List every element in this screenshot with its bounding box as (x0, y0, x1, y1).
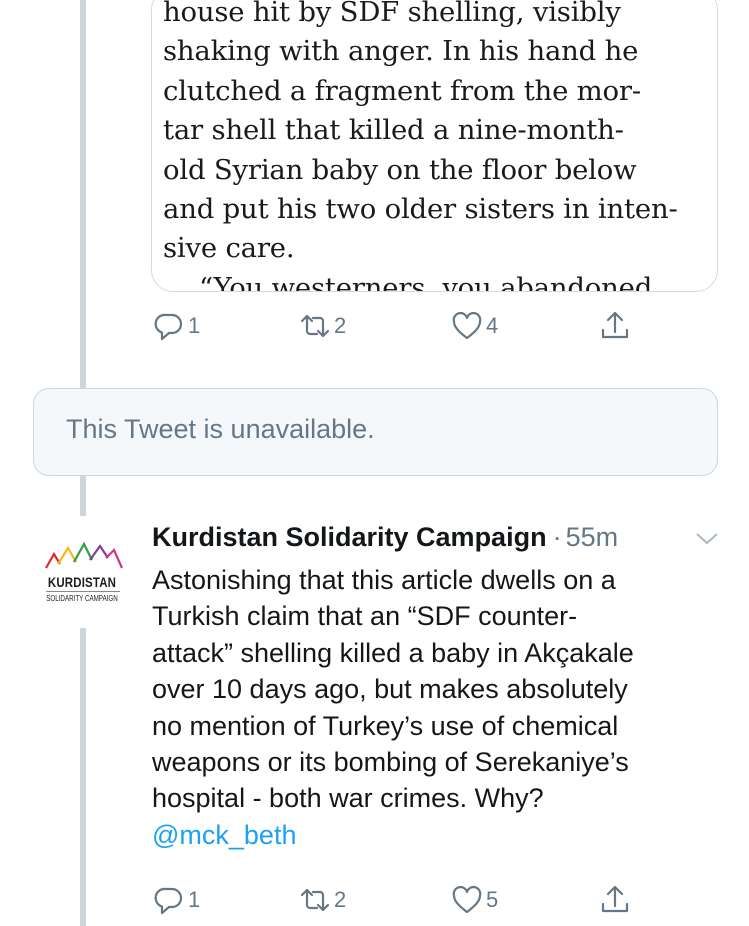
reply-count: 1 (188, 887, 201, 912)
like-button[interactable]: 4 (451, 306, 498, 346)
like-icon (452, 885, 482, 914)
reply-button[interactable]: 1 (153, 880, 200, 920)
thread-line-top (80, 0, 86, 388)
logo-wordmark: KURDISTAN (47, 574, 117, 590)
article-line: old Syrian baby on the floor below (163, 153, 637, 186)
tweet-line: no mention of Turkey’s use of chemical (152, 710, 619, 741)
retweet-count: 2 (334, 887, 347, 912)
author-name[interactable]: Kurdistan Solidarity Campaign (152, 522, 547, 553)
retweet-icon (300, 888, 330, 912)
retweet-icon (300, 314, 330, 338)
unavailable-text: This Tweet is unavailable. (66, 414, 375, 444)
share-button[interactable] (599, 880, 631, 920)
tweet-line: Turkish claim that an “SDF counter- (152, 601, 578, 632)
article-line: house hit by SDF shelling, visibly (163, 0, 621, 28)
like-count: 5 (486, 887, 499, 912)
reply-count: 1 (188, 313, 201, 338)
retweet-button[interactable]: 2 (299, 306, 346, 346)
tweet-timestamp[interactable]: 55m (566, 522, 619, 553)
share-button[interactable] (599, 306, 631, 346)
tweet-line: weapons or its bombing of Serekaniye’s (152, 747, 629, 778)
separator-dot: · (552, 522, 562, 552)
article-line: sive care. (163, 232, 295, 265)
article-line: tar shell that killed a nine-month- (163, 114, 624, 147)
mention-link[interactable]: @mck_beth (152, 820, 296, 850)
like-icon (452, 311, 482, 340)
chevron-down-icon (696, 533, 718, 545)
article-excerpt: house hit by SDF shelling, visibly shaki… (163, 0, 708, 292)
tweet-actions-second: 1 2 5 (151, 880, 641, 920)
like-count: 4 (486, 313, 499, 338)
reply-icon (154, 887, 183, 915)
reply-button[interactable]: 1 (153, 306, 200, 346)
thread-line-middle (80, 476, 86, 516)
tweet-line: over 10 days ago, but makes absolutely (152, 674, 628, 705)
quoted-article-card[interactable]: house hit by SDF shelling, visibly shaki… (151, 0, 718, 292)
unavailable-tweet-notice: This Tweet is unavailable. (33, 388, 718, 476)
tweet-text: Astonishing that this article dwells on … (152, 562, 722, 853)
tweet-line: attack” shelling killed a baby in Akçaka… (152, 637, 634, 668)
retweet-button[interactable]: 2 (299, 880, 346, 920)
share-icon (601, 311, 629, 339)
thread-line-bottom (80, 628, 86, 926)
article-line: shaking with anger. In his hand he (163, 35, 639, 68)
logo-divider (46, 591, 120, 592)
share-icon (601, 885, 629, 913)
reply-icon (154, 313, 183, 341)
article-line: and put his two older sisters in inten- (163, 193, 678, 226)
like-button[interactable]: 5 (451, 880, 498, 920)
tweet-options-button[interactable] (694, 530, 720, 548)
tweet-header: Kurdistan Solidarity Campaign · 55m (152, 522, 618, 556)
tweet-line: hospital - both war crimes. Why? (152, 783, 544, 814)
avatar[interactable]: KURDISTAN SOLIDARITY CAMPAIGN (36, 534, 128, 614)
tweet-actions-first: 1 2 4 (151, 306, 641, 346)
tweet-line: Astonishing that this article dwells on … (152, 565, 616, 595)
retweet-count: 2 (334, 313, 347, 338)
article-line: “You westerners, you abandoned (199, 271, 653, 292)
logo-tagline: SOLIDARITY CAMPAIGN (46, 594, 118, 603)
article-line: clutched a fragment from the mor- (163, 74, 641, 107)
